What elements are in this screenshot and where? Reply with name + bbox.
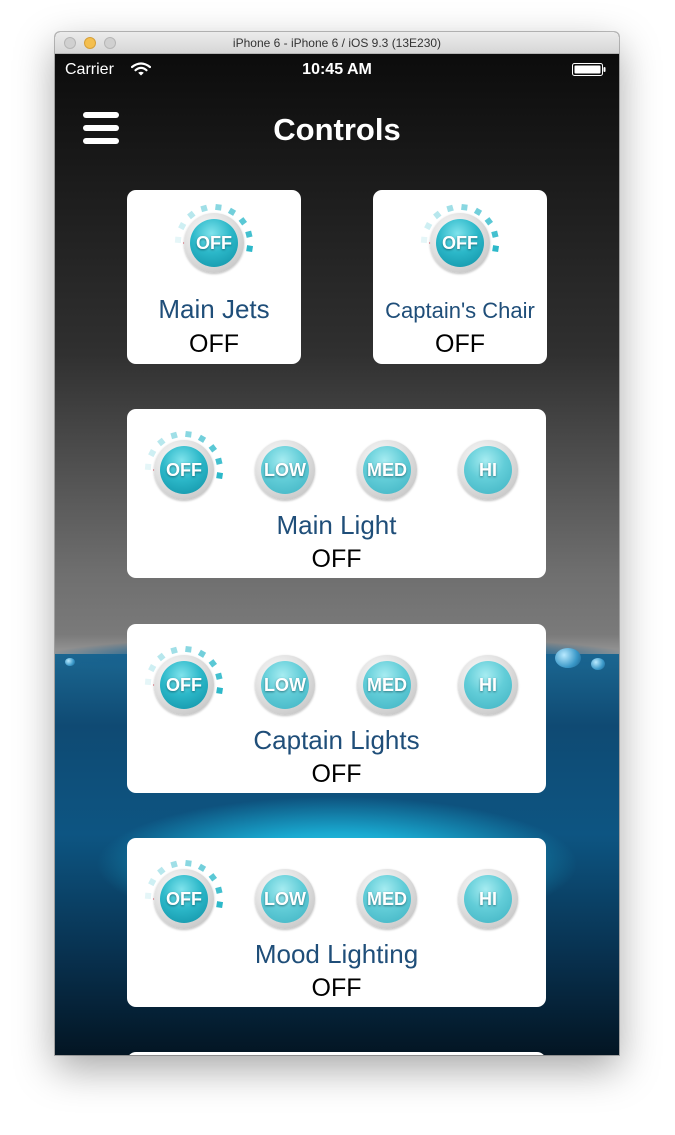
bubble-decoration bbox=[591, 658, 605, 670]
off-button[interactable]: OFF bbox=[144, 645, 224, 718]
control-name: Mood Lighting bbox=[254, 939, 419, 969]
control-card-captains-chair: OFF Captain's Chair OFF bbox=[373, 190, 547, 364]
app-screen: Carrier 10:45 AM Controls OFF Main Jets … bbox=[55, 54, 619, 1055]
med-button[interactable]: MED bbox=[354, 652, 420, 718]
window-title: iPhone 6 - iPhone 6 / iOS 9.3 (13E230) bbox=[232, 36, 442, 50]
control-card-mood-lighting: OFF LOW MED HI Mood Lighting OFF bbox=[127, 838, 546, 1007]
simulator-window: iPhone 6 - iPhone 6 / iOS 9.3 (13E230) C… bbox=[55, 32, 619, 1055]
control-state: OFF bbox=[311, 545, 362, 573]
control-name: Main Jets bbox=[158, 294, 270, 324]
control-card-main-jets: OFF Main Jets OFF bbox=[127, 190, 301, 364]
low-button[interactable]: LOW bbox=[252, 652, 318, 718]
hi-button[interactable]: HI bbox=[455, 866, 521, 932]
control-card-main-light: OFF LOW MED HI Main Light OFF bbox=[127, 409, 546, 578]
control-state: OFF bbox=[435, 330, 485, 358]
control-name: Captain Lights bbox=[253, 725, 420, 755]
hi-button[interactable]: HI bbox=[455, 437, 521, 503]
off-button[interactable]: OFF bbox=[420, 203, 500, 276]
bubble-decoration bbox=[65, 658, 75, 666]
control-state: OFF bbox=[311, 760, 362, 788]
window-titlebar: iPhone 6 - iPhone 6 / iOS 9.3 (13E230) bbox=[55, 32, 619, 54]
med-button[interactable]: MED bbox=[354, 437, 420, 503]
control-card-captain-lights: OFF LOW MED HI Captain Lights OFF bbox=[127, 624, 546, 793]
battery-icon bbox=[572, 63, 606, 76]
control-state: OFF bbox=[189, 330, 239, 358]
low-button[interactable]: LOW bbox=[252, 437, 318, 503]
control-name: Captain's Chair bbox=[385, 298, 535, 323]
low-button[interactable]: LOW bbox=[252, 866, 318, 932]
bubble-decoration bbox=[555, 648, 581, 668]
control-card-partial bbox=[127, 1052, 546, 1055]
off-button[interactable]: OFF bbox=[174, 203, 254, 276]
hi-button[interactable]: HI bbox=[455, 652, 521, 718]
page-title: Controls bbox=[273, 112, 401, 147]
control-state: OFF bbox=[311, 974, 362, 1002]
status-bar: Carrier 10:45 AM bbox=[55, 54, 619, 86]
clock: 10:45 AM bbox=[302, 61, 372, 78]
off-button[interactable]: OFF bbox=[144, 430, 224, 503]
med-button[interactable]: MED bbox=[354, 866, 420, 932]
off-button[interactable]: OFF bbox=[144, 859, 224, 932]
control-name: Main Light bbox=[276, 510, 397, 540]
